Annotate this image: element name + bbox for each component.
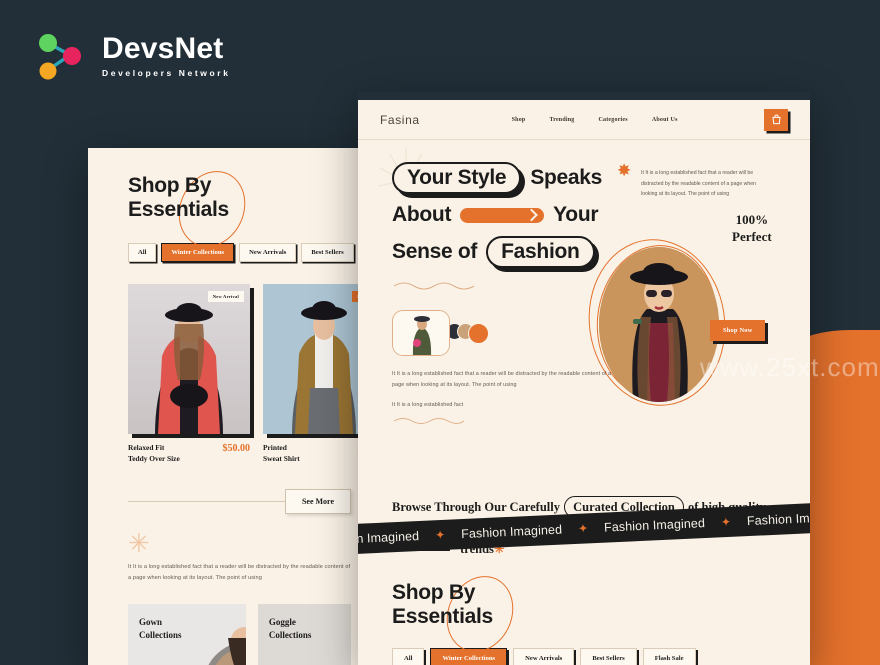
hero-word-about: About <box>392 203 452 226</box>
product-image: New Arrival <box>128 284 250 435</box>
shopping-bag-icon[interactable] <box>764 108 788 131</box>
product-badge: New Arrival <box>207 291 244 303</box>
sparkle-icon: ✸ <box>617 161 632 180</box>
shop-now-button[interactable]: Shop Now <box>710 320 766 341</box>
logo-subtitle: Developers Network <box>102 68 231 79</box>
site-navbar: Fasina Shop Trending Categories About Us <box>358 100 810 140</box>
back-body-copy: It It is a long established fact that a … <box>128 563 351 581</box>
category-card[interactable]: Goggle Collections <box>257 604 351 665</box>
tab-best-sellers[interactable]: Best Sellers <box>580 648 637 665</box>
front-filter-tabs[interactable]: All Winter Collections New Arrivals Best… <box>392 648 776 665</box>
logo-mark-icon <box>34 30 88 82</box>
nav-link-trending[interactable]: Trending <box>549 117 574 123</box>
front-shop-by-essentials-heading: Shop By Essentials <box>392 565 526 663</box>
product-name: Relaxed Fit Teddy Over Size <box>128 443 180 463</box>
nav-link-about-us[interactable]: About Us <box>652 117 678 123</box>
back-mockup-screen: Shop By Essentials All Winter Collection… <box>88 148 373 665</box>
nav-link-categories[interactable]: Categories <box>599 117 628 123</box>
nav-links: Shop Trending Categories About Us <box>512 117 678 123</box>
hero-pill-fashion: Fashion <box>486 236 595 268</box>
marquee-star-icon: ✦ <box>577 521 589 536</box>
product-card[interactable]: New Arrival Relaxed Fit Teddy Over Size … <box>128 284 250 464</box>
hero-section: Your Style Speaks About Your Sense of Fa… <box>358 140 810 430</box>
hero-thumbnail-widget[interactable] <box>392 310 617 356</box>
front-shop-by-section: Shop By Essentials All Winter Collection… <box>358 559 810 665</box>
tab-all[interactable]: All <box>128 243 157 263</box>
back-category-cards: Gown Collections Goggle Collections <box>128 604 351 665</box>
back-shop-by-essentials-heading: Shop By Essentials <box>128 160 258 258</box>
thumbnail-card[interactable] <box>392 310 450 356</box>
starburst-icon: ✳ <box>128 527 150 558</box>
heading-line-1: Shop By <box>128 174 212 197</box>
hero-line-1: Your Style Speaks <box>392 162 617 194</box>
tab-all[interactable]: All <box>392 648 425 665</box>
marquee-text: Fashion Imagined <box>746 509 810 529</box>
category-card[interactable]: Gown Collections <box>128 604 246 665</box>
squiggle-small-icon <box>393 418 465 425</box>
marquee-text: Fashion Imagined <box>358 529 420 548</box>
devsnet-logo: DevsNet Developers Network <box>34 30 231 82</box>
swatch-orange[interactable] <box>468 322 489 344</box>
product-image: 15% off <box>263 284 373 435</box>
marquee-text: Fashion Imagined <box>603 516 706 535</box>
see-more-row: See More <box>128 488 351 514</box>
marquee-star-icon: ✦ <box>434 527 446 543</box>
hero-word-your: Your <box>553 203 599 226</box>
nav-link-shop[interactable]: Shop <box>512 117 526 123</box>
hero-body-copy-2: It It is a long established fact <box>392 402 464 409</box>
marquee-star-icon: ✦ <box>720 514 732 530</box>
hero-pill-your-style: Your Style <box>392 162 522 194</box>
hero-line-2: About Your <box>392 203 617 227</box>
arrow-right-icon <box>460 207 545 223</box>
hero-visual-block: ✸ It It is a long established fact that … <box>578 161 788 430</box>
heading-line-1: Shop By <box>392 580 476 604</box>
product-price: $50.00 <box>222 443 251 455</box>
hero-text-block: Your Style Speaks About Your Sense of Fa… <box>392 162 617 430</box>
squiggle-underline-icon <box>393 282 475 290</box>
hero-word-speaks: Speaks <box>530 166 603 189</box>
poster-canvas: DevsNet Developers Network Shop By Essen… <box>0 0 880 665</box>
back-filter-tabs[interactable]: All Winter Collections New Arrivals Best… <box>128 243 373 263</box>
category-title: Gown Collections <box>139 617 182 640</box>
hero-line-3: Sense of Fashion <box>392 236 617 268</box>
hero-word-sense-of: Sense of <box>392 240 478 263</box>
hero-portrait <box>578 230 736 415</box>
hero-right-copy: It It is a long established fact that a … <box>641 170 757 198</box>
category-title: Goggle Collections <box>268 617 312 640</box>
product-name: Printed Sweat Shirt <box>263 443 300 463</box>
heading-line-2: Essentials <box>392 604 493 628</box>
tab-new-arrivals[interactable]: New Arrivals <box>513 648 575 665</box>
browse-prefix: Browse Through Our Carefully <box>392 500 560 515</box>
back-product-grid: New Arrival Relaxed Fit Teddy Over Size … <box>128 284 373 464</box>
heading-line-2: Essentials <box>128 197 229 221</box>
tab-flash-sale[interactable]: Flash Sale <box>642 648 696 665</box>
perfect-badge: 100% Perfect <box>732 212 772 244</box>
site-brand[interactable]: Fasina <box>380 113 420 127</box>
see-more-button[interactable]: See More <box>284 488 351 514</box>
marquee-text: Fashion Imagined <box>460 522 563 542</box>
tab-winter-collections[interactable]: Winter Collections <box>161 243 235 263</box>
portrait-image <box>599 247 719 402</box>
divider-line <box>128 500 285 502</box>
logo-title: DevsNet <box>102 32 224 66</box>
front-mockup-screen: Fasina Shop Trending Categories About Us <box>358 92 810 665</box>
tab-new-arrivals[interactable]: New Arrivals <box>239 243 297 263</box>
browser-topbar <box>358 92 810 100</box>
hero-body-copy: It It is a long established fact that a … <box>392 371 612 389</box>
tab-best-sellers[interactable]: Best Sellers <box>301 243 354 263</box>
product-card[interactable]: 15% off Printed Sweat Shirt $45.00 <box>263 284 373 464</box>
